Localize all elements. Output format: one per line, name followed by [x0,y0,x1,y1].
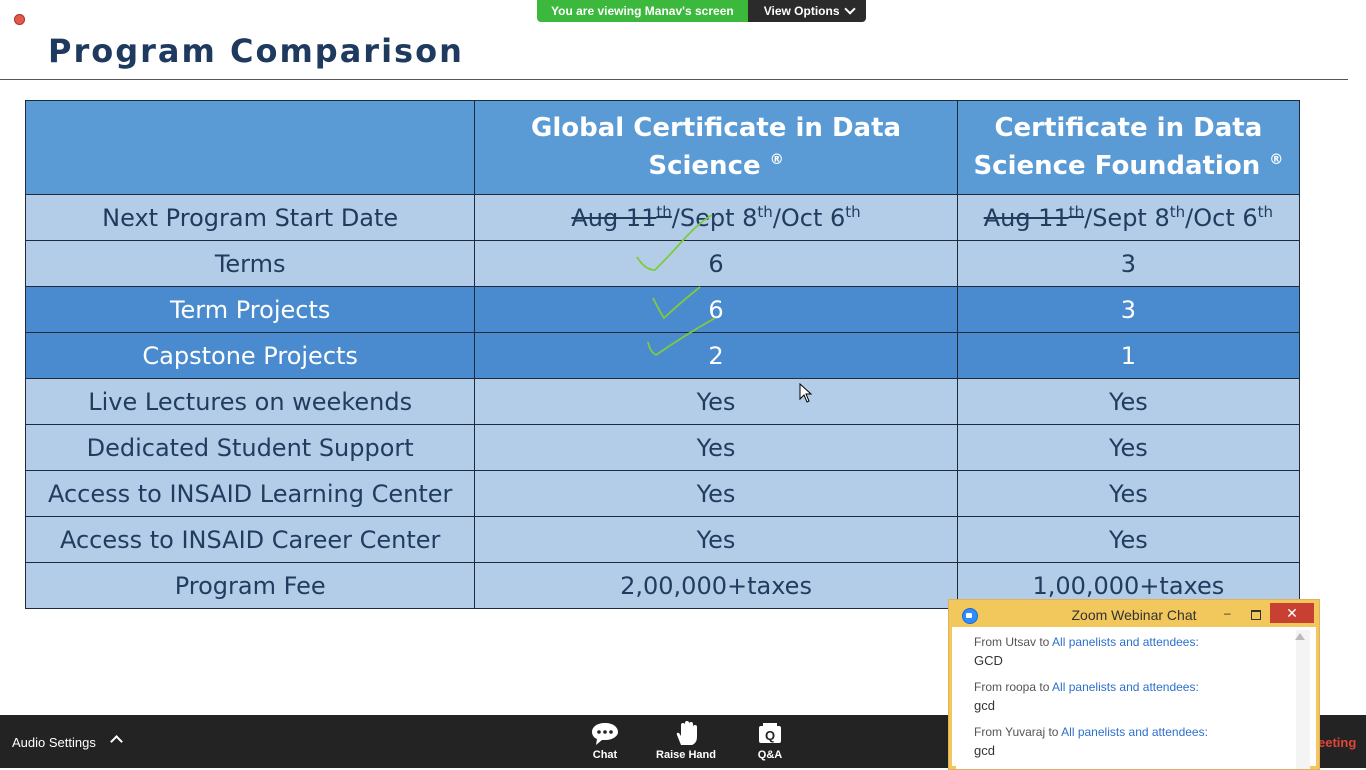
chat-message: From Utsav to All panelists and attendee… [974,635,1310,668]
chat-label: Chat [592,749,618,761]
raise-hand-icon [676,721,697,745]
chat-bubble-icon [592,723,618,745]
cell-gcds: Yes [474,378,958,425]
chat-button[interactable]: Chat [590,721,620,761]
cell-cdsf: Yes [956,516,1301,563]
table-row: Dedicated Student Support Yes Yes [24,424,1301,471]
table-header-row: Global Certificate in Data Science ® Cer… [24,100,1301,195]
view-options-label: View Options [763,4,840,18]
chat-scrollbar[interactable] [1295,630,1310,769]
cell-gcds: Yes [474,516,958,563]
caret-up-icon[interactable] [110,735,123,748]
svg-text:Q: Q [765,728,775,743]
chat-sender: From Yuvaraj to [974,725,1062,739]
table-row: Access to INSAID Career Center Yes Yes [24,516,1301,563]
row-label: Live Lectures on weekends [24,378,476,425]
chat-titlebar[interactable]: Zoom Webinar Chat – ✕ [952,603,1316,627]
row-label: Terms [24,240,476,287]
row-label: Access to INSAID Learning Center [24,470,476,517]
row-label: Capstone Projects [24,332,476,379]
chat-message: From Yuvaraj to All panelists and attend… [974,725,1310,758]
mouse-cursor-icon [799,383,813,403]
struck-date: Aug 11th [571,203,672,232]
chat-message-text: GCD [974,653,1003,668]
recording-indicator-icon [14,14,25,25]
qa-icon: Q [759,723,781,743]
row-label: Dedicated Student Support [24,424,476,471]
header-global-certificate: Global Certificate in Data Science ® [474,100,958,195]
chat-sender: From roopa to [974,680,1053,694]
screen-share-banner: You are viewing Manav's screen View Opti… [537,0,866,22]
cell-gcds: 2,00,000+taxes [474,562,958,609]
row-label: Access to INSAID Career Center [24,516,476,563]
struck-date: Aug 11th [983,203,1085,232]
row-label: Next Program Start Date [24,194,476,241]
header-global-certificate-label: Global Certificate in Data Science [531,113,902,181]
cell-cdsf: Yes [956,470,1301,517]
end-meeting-button[interactable]: eeting [1318,735,1356,750]
view-options-button[interactable]: View Options [747,0,866,22]
chat-message-text: gcd [974,698,995,713]
qa-button[interactable]: Q Q&A [755,721,785,761]
qa-label: Q&A [757,749,783,761]
cell-cdsf: Yes [956,424,1301,471]
chevron-down-icon [843,3,856,15]
cell-gcds: 6 [474,240,958,287]
start-date-gcds: Aug 11th/Sept 8th/Oct 6th [474,194,958,241]
cell-gcds: 2 [474,332,958,379]
webinar-chat-window: Zoom Webinar Chat – ✕ From Utsav to All … [948,599,1320,770]
raise-hand-button[interactable]: Raise Hand [655,721,717,761]
cell-cdsf: 3 [956,240,1301,287]
row-label: Program Fee [24,562,476,609]
chat-recipient-link[interactable]: All panelists and attendees: [1052,680,1199,694]
chat-message: From roopa to All panelists and attendee… [974,680,1310,713]
chat-message-list[interactable]: From Utsav to All panelists and attendee… [956,630,1310,769]
cell-gcds: Yes [474,424,958,471]
start-date-cdsf: Aug 11th/Sept 8th/Oct 6th [956,194,1301,241]
table-row: Live Lectures on weekends Yes Yes [24,378,1301,425]
row-label: Term Projects [24,286,476,333]
minimize-button[interactable]: – [1224,607,1234,619]
viewing-screen-label: You are viewing Manav's screen [537,0,748,22]
close-button[interactable]: ✕ [1270,603,1314,623]
header-certificate-foundation: Certificate in Data Science Foundation ® [956,100,1301,195]
table-row: Access to INSAID Learning Center Yes Yes [24,470,1301,517]
audio-settings-button[interactable]: Audio Settings [12,735,96,750]
chat-sender: From Utsav to [974,635,1053,649]
maximize-button[interactable] [1251,610,1261,620]
table-row-start-date: Next Program Start Date Aug 11th/Sept 8t… [24,194,1301,241]
chat-window-title: Zoom Webinar Chat [1071,607,1197,623]
table-row: Term Projects 6 3 [24,286,1301,333]
table-row: Capstone Projects 2 1 [24,332,1301,379]
comparison-table: Global Certificate in Data Science ® Cer… [24,100,1301,609]
header-empty-cell [24,100,476,195]
raise-hand-label: Raise Hand [656,749,716,761]
cell-gcds: Yes [474,470,958,517]
registered-mark: ® [1269,152,1284,168]
slide-title: Program Comparison [48,32,464,70]
chat-recipient-link[interactable]: All panelists and attendees: [1052,635,1199,649]
header-certificate-foundation-label: Certificate in Data Science Foundation [973,113,1263,181]
cell-cdsf: 3 [956,286,1301,333]
cell-gcds: 6 [474,286,958,333]
scroll-up-arrow-icon[interactable] [1295,633,1305,640]
table-row: Terms 6 3 [24,240,1301,287]
cell-cdsf: Yes [956,378,1301,425]
chat-message-text: gcd [974,743,995,758]
registered-mark: ® [769,152,784,168]
title-divider [0,79,1348,80]
cell-cdsf: 1 [956,332,1301,379]
chat-recipient-link[interactable]: All panelists and attendees: [1061,725,1208,739]
